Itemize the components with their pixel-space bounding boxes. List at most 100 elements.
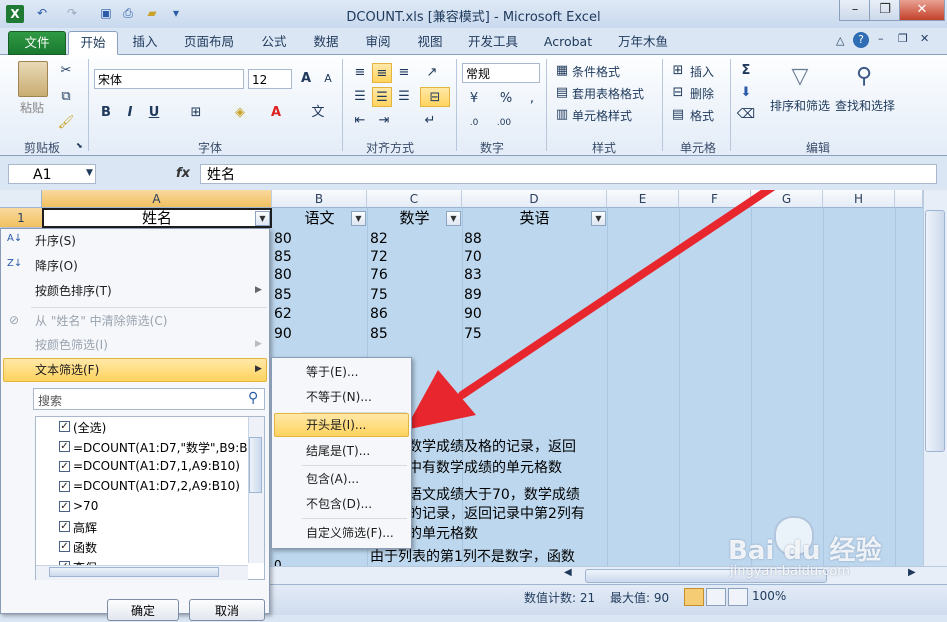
table-format-button[interactable]: 套用表格格式 [572,85,644,102]
clear-icon[interactable]: ⌫ [736,105,756,125]
cell-style-icon[interactable]: ▥ [552,105,572,125]
menu-sort-by-color[interactable]: 按颜色排序(T) [35,279,112,303]
currency-icon[interactable]: ¥ [464,89,484,109]
minimize-button[interactable]: – [839,0,871,21]
checkbox[interactable]: ✓ [59,521,70,532]
submenu-equals[interactable]: 等于(E)... [306,360,358,384]
doc-minimize-icon[interactable]: – [878,32,884,45]
menu-filter-by-color[interactable]: 按颜色筛选(I) [35,333,108,357]
name-box[interactable]: A1 [8,164,96,184]
filter-search-input[interactable]: 搜索 ⚲ [33,388,265,410]
grow-font-icon[interactable]: A [296,69,316,89]
checkbox[interactable]: ✓ [59,541,70,552]
checkbox[interactable]: ✓ [59,481,70,492]
copy-icon[interactable]: ⧉ [56,87,76,107]
submenu-contains[interactable]: 包含(A)... [306,467,359,491]
restore-button[interactable]: ❐ [869,0,901,21]
tab-view[interactable]: 视图 [410,31,450,53]
autosum-icon[interactable]: Σ [736,61,756,81]
fill-icon[interactable]: ⬇ [736,83,756,103]
clipboard-launcher-icon[interactable]: ⬊ [76,141,83,150]
italic-icon[interactable]: I [120,103,140,123]
tab-page-layout[interactable]: 页面布局 [178,31,240,53]
scroll-right-icon[interactable]: ▶ [908,567,916,578]
font-name-select[interactable]: 宋体 [94,69,244,89]
paste-icon[interactable] [18,61,48,97]
page-layout-view-icon[interactable] [706,588,726,606]
doc-close-icon[interactable]: ✕ [920,32,929,45]
submenu-ends-with[interactable]: 结尾是(T)... [306,439,370,463]
menu-sort-asc[interactable]: 升序(S) [35,229,76,253]
decrease-decimal-icon[interactable]: .00 [494,113,514,133]
number-format-select[interactable]: 常规 [462,63,540,83]
decrease-indent-icon[interactable]: ⇤ [350,111,370,131]
align-bottom-icon[interactable]: ≡ [394,63,414,83]
tab-home[interactable]: 开始 [68,31,118,55]
tab-formulas[interactable]: 公式 [254,31,294,53]
list-vscroll-thumb[interactable] [249,437,262,493]
filter-item[interactable]: (全选) [73,419,106,436]
checkbox[interactable]: ✓ [59,501,70,512]
table-format-icon[interactable]: ▤ [552,83,572,103]
tab-insert[interactable]: 插入 [124,31,166,53]
format-painter-icon[interactable]: 🖌 [56,113,76,133]
bold-icon[interactable]: B [96,103,116,123]
align-center-icon[interactable]: ☰ [372,87,392,107]
checkbox[interactable]: ✓ [59,461,70,472]
formula-input[interactable]: 姓名 [200,164,937,184]
minimize-ribbon-icon[interactable]: △ [836,34,844,47]
align-top-icon[interactable]: ≡ [350,63,370,83]
normal-view-icon[interactable] [684,588,704,606]
scroll-thumb[interactable] [925,210,945,452]
help-icon[interactable]: ? [853,32,869,48]
name-box-dropdown-icon[interactable]: ▼ [86,168,93,178]
orientation-icon[interactable]: ↗ [422,63,442,83]
insert-cells-icon[interactable]: ⊞ [668,61,688,81]
align-left-icon[interactable]: ☰ [350,87,370,107]
comma-icon[interactable]: , [522,89,542,109]
submenu-not-contains[interactable]: 不包含(D)... [306,492,372,516]
align-middle-icon[interactable]: ≡ [372,63,392,83]
merge-center-icon[interactable]: ⊟ [420,87,450,107]
increase-indent-icon[interactable]: ⇥ [374,111,394,131]
paste-button[interactable]: 粘贴 [20,99,44,116]
borders-icon[interactable]: ⊞ [186,103,206,123]
filter-item[interactable]: 高辉 [73,519,97,536]
insert-cells-button[interactable]: 插入 [690,63,714,80]
tab-review[interactable]: 审阅 [358,31,398,53]
delete-cells-icon[interactable]: ⊟ [668,83,688,103]
cut-icon[interactable]: ✂ [56,61,76,81]
shrink-font-icon[interactable]: A [318,69,338,89]
filter-item[interactable]: =DCOUNT(A1:D7,1,A9:B10) [73,459,240,473]
menu-sort-desc[interactable]: 降序(O) [35,254,78,278]
delete-cells-button[interactable]: 删除 [690,85,714,102]
fx-icon[interactable]: fx [176,166,190,181]
format-cells-button[interactable]: 格式 [690,107,714,124]
scroll-left-icon[interactable]: ◀ [564,567,572,578]
phonetic-icon[interactable]: 文 [308,103,328,123]
percent-icon[interactable]: % [496,89,516,109]
tab-file[interactable]: 文件 [8,31,66,55]
checkbox[interactable]: ✓ [59,441,70,452]
increase-decimal-icon[interactable]: .0 [464,113,484,133]
filter-item[interactable]: =DCOUNT(A1:D7,"数学",B9:B1 [73,439,255,456]
checkbox[interactable]: ✓ [59,421,70,432]
submenu-not-equals[interactable]: 不等于(N)... [306,385,372,409]
tab-developer[interactable]: 开发工具 [462,31,524,53]
find-select-button[interactable]: 查找和选择 [835,97,895,114]
tab-acrobat[interactable]: Acrobat [538,31,598,53]
page-break-view-icon[interactable] [728,588,748,606]
filter-item[interactable]: =DCOUNT(A1:D7,2,A9:B10) [73,479,240,493]
sort-filter-icon[interactable]: ▽ [786,63,814,91]
close-button[interactable]: ✕ [899,0,945,21]
cond-format-button[interactable]: 条件格式 [572,63,620,80]
sort-filter-button[interactable]: 排序和筛选 [770,97,830,114]
format-cells-icon[interactable]: ▤ [668,105,688,125]
doc-restore-icon[interactable]: ❐ [898,32,908,45]
filter-item[interactable]: 函数 [73,539,97,556]
fill-color-icon[interactable]: ◈ [230,103,250,123]
cond-format-icon[interactable]: ▦ [552,61,572,81]
menu-clear-filter[interactable]: 从 "姓名" 中清除筛选(C) [35,309,167,333]
align-right-icon[interactable]: ☰ [394,87,414,107]
font-size-select[interactable]: 12 [248,69,292,89]
